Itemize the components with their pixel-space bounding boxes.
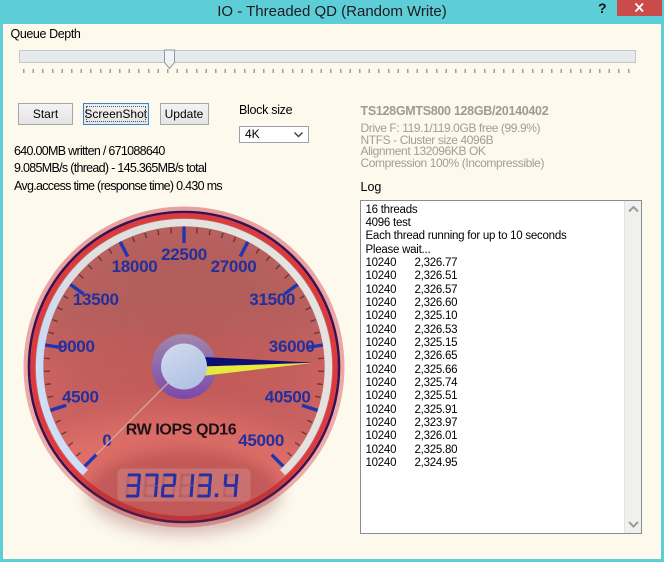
svg-text:4500: 4500 bbox=[62, 388, 99, 407]
svg-text:45000: 45000 bbox=[238, 431, 284, 450]
svg-text:40500: 40500 bbox=[265, 388, 311, 407]
svg-text:36000: 36000 bbox=[269, 337, 315, 356]
svg-text:18000: 18000 bbox=[112, 257, 158, 276]
svg-text:27000: 27000 bbox=[211, 257, 257, 276]
svg-text:9000: 9000 bbox=[58, 337, 95, 356]
svg-text:RW IOPS QD16: RW IOPS QD16 bbox=[126, 422, 237, 439]
svg-text:13500: 13500 bbox=[73, 290, 119, 309]
svg-text:31500: 31500 bbox=[249, 290, 295, 309]
svg-text:22500: 22500 bbox=[161, 245, 207, 264]
